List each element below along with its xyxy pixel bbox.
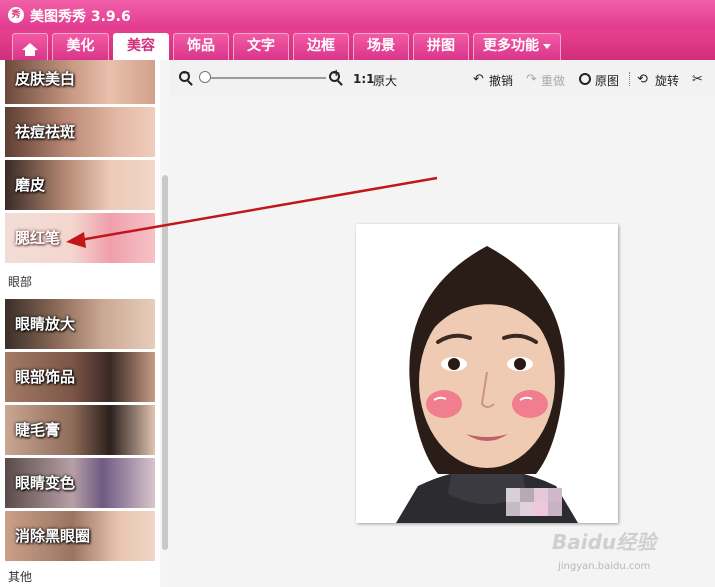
watermark-brand: Baidu经验 (552, 530, 657, 554)
annotation-arrow (66, 176, 438, 248)
watermark-url: jingyan.baidu.com (558, 561, 651, 572)
